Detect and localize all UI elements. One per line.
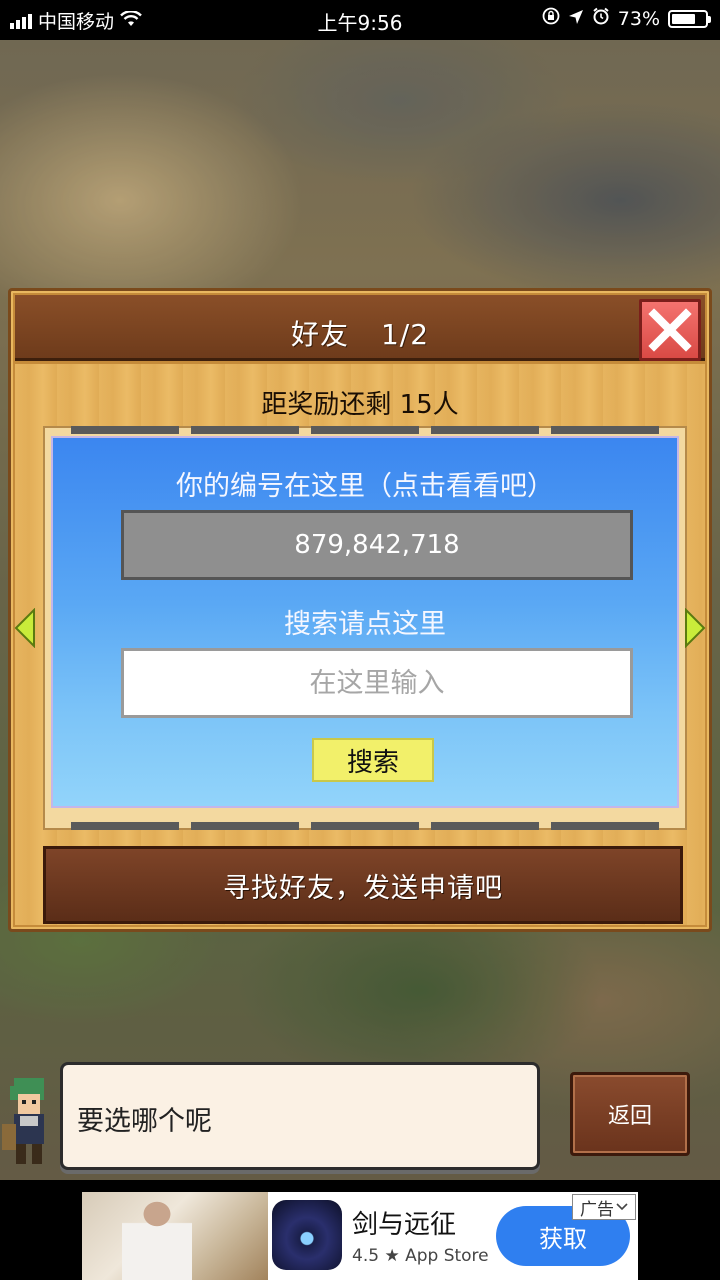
ad-bar: 剑与远征 4.5 ★ App Store 获取 广告 [0,1180,720,1280]
app-icon [272,1200,342,1270]
status-right: 73% [542,7,711,30]
panel-body: 距奖励还剩 15人 你的编号在这里（点击看看吧） 879,842,718 搜索请… [15,364,705,925]
page-indicator: 1/2 [380,318,430,351]
find-friends-button[interactable]: 寻找好友，发送申请吧 [43,846,683,924]
friends-panel: 好友 1/2 距奖励还剩 15人 你的编号在这里（点击看看吧） 879,842,7… [8,288,712,932]
panel-header: 好友 1/2 [15,295,705,361]
search-input[interactable] [121,648,633,718]
speech-bubble: 要选哪个呢 [60,1062,540,1170]
card-tabs-top [71,426,659,434]
orientation-lock-icon [542,7,560,30]
panel-title-text: 好友 [290,318,349,351]
friend-id-card-frame: 你的编号在这里（点击看看吧） 879,842,718 搜索请点这里 搜索 [43,426,687,830]
search-label: 搜索请点这里 [284,609,446,640]
ad-app-name: 剑与远征 [352,1210,457,1240]
status-bar: 中国移动 上午9:56 73% [0,0,720,40]
ad-rating: 4.5 ★ App Store [352,1246,489,1266]
card-tabs-bottom [71,822,659,830]
next-page-arrow[interactable] [684,607,706,649]
battery-icon [668,9,711,28]
search-button[interactable]: 搜索 [312,738,434,782]
ad-banner[interactable]: 剑与远征 4.5 ★ App Store 获取 广告 [82,1192,638,1280]
close-button[interactable] [639,299,701,361]
ad-photo [82,1192,268,1280]
speech-text: 要选哪个呢 [77,1106,212,1137]
friend-id-card: 你的编号在这里（点击看看吧） 879,842,718 搜索请点这里 搜索 [51,436,679,808]
arrow-left-icon [14,607,35,649]
close-icon [648,308,692,352]
back-button[interactable]: 返回 [570,1072,690,1156]
battery-percent: 73% [617,7,660,30]
panel-title: 好友 1/2 [15,313,705,353]
prev-page-arrow[interactable] [14,607,36,649]
my-id-label: 你的编号在这里（点击看看吧） [176,471,554,502]
location-icon [568,8,584,30]
alarm-icon [592,7,610,30]
my-id-value[interactable]: 879,842,718 [121,510,633,580]
arrow-right-icon [685,607,706,649]
ad-tag[interactable]: 广告 [572,1194,636,1220]
chevron-down-icon [616,1203,628,1211]
ad-tag-label: 广告 [580,1199,614,1220]
character-avatar [0,1064,60,1170]
reward-remaining-text: 距奖励还剩 15人 [261,390,459,420]
